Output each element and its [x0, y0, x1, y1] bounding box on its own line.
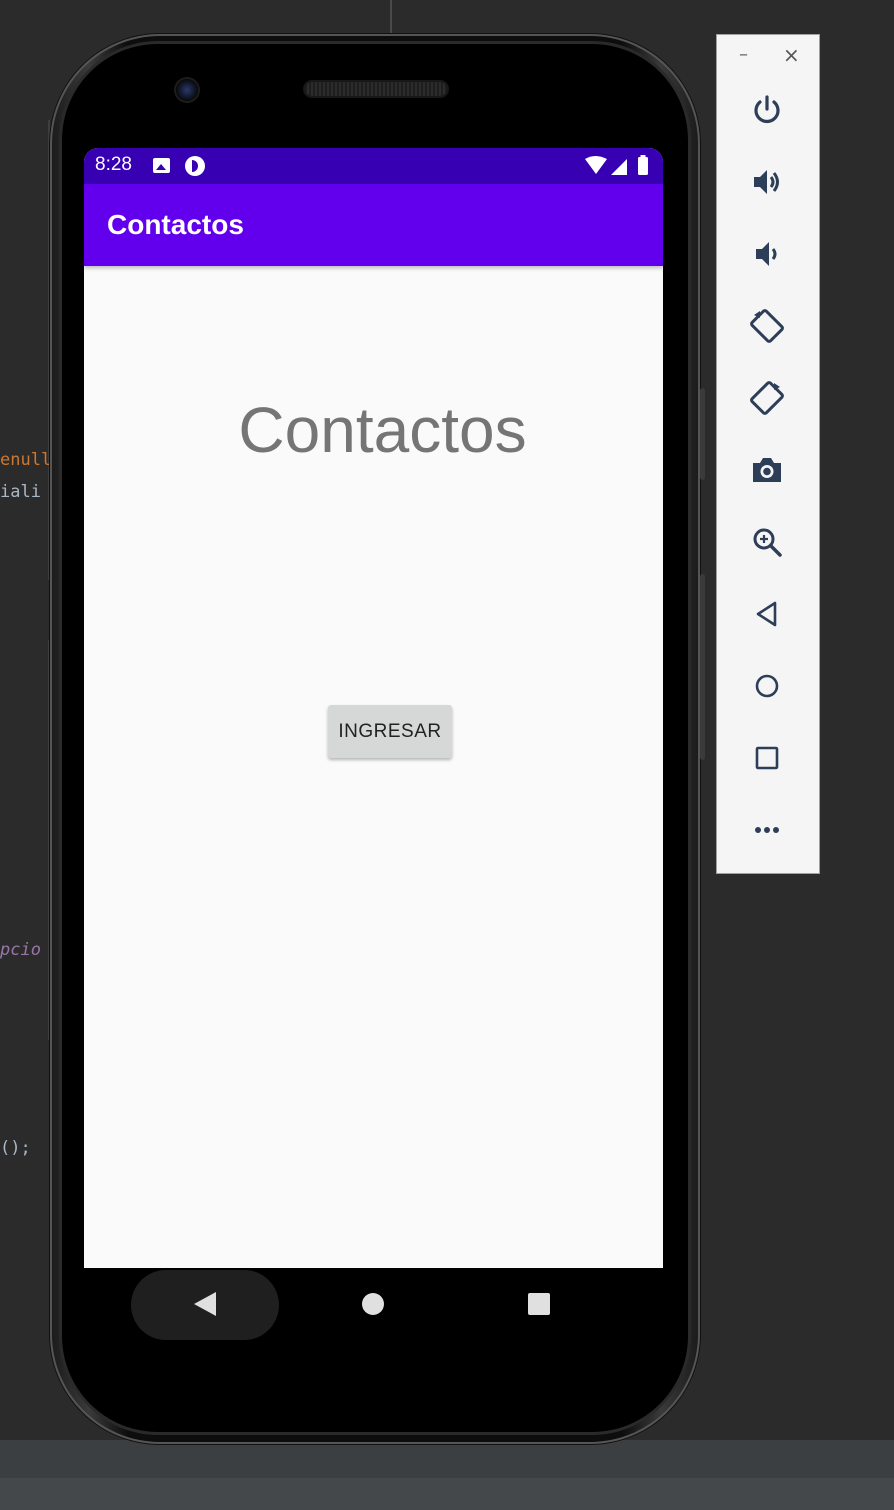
power-button[interactable]	[744, 87, 790, 133]
emulator-window: enull iali pcio (); 8:28 Contactos Conta…	[0, 0, 894, 1510]
back-icon	[756, 601, 777, 627]
code-fragment: enull	[0, 450, 52, 470]
navigation-bar	[84, 1268, 663, 1340]
cellular-signal-icon	[611, 159, 627, 175]
emulator-overview-button[interactable]	[744, 735, 790, 781]
image-icon	[153, 158, 170, 173]
front-camera	[176, 79, 198, 101]
code-fragment: ();	[0, 1138, 31, 1158]
overview-icon	[755, 746, 779, 770]
code-fragment: pcio	[0, 940, 41, 960]
volume-down-icon	[756, 242, 777, 266]
zoom-icon	[753, 528, 782, 557]
status-time: 8:28	[95, 154, 132, 175]
device-screen[interactable]: 8:28 Contactos Contactos INGRESAR	[84, 148, 663, 1268]
status-bar: 8:28	[84, 148, 663, 184]
home-icon[interactable]	[362, 1293, 384, 1315]
emulator-home-button[interactable]	[744, 663, 790, 709]
home-icon	[755, 674, 779, 698]
ide-status-bar	[0, 1478, 894, 1510]
phone-power-key	[700, 388, 705, 480]
volume-down-button[interactable]	[744, 231, 790, 277]
rotate-left-button[interactable]	[744, 303, 790, 349]
app-bar: Contactos	[84, 184, 663, 266]
close-icon[interactable]: ×	[783, 45, 800, 65]
emulator-back-button[interactable]	[744, 591, 790, 637]
back-icon[interactable]	[194, 1292, 216, 1316]
ingresar-button[interactable]: INGRESAR	[328, 705, 452, 758]
power-icon	[754, 95, 780, 124]
app-bar-title: Contactos	[107, 209, 244, 240]
status-right-icons	[585, 155, 648, 175]
minimize-icon[interactable]: –	[739, 45, 748, 65]
zoom-button[interactable]	[744, 519, 790, 565]
app-notification-icon	[185, 156, 205, 176]
rotate-right-button[interactable]	[744, 375, 790, 421]
screenshot-camera-icon	[753, 458, 781, 482]
rotate-left-icon	[750, 309, 784, 343]
more-options-icon	[755, 827, 779, 833]
recent-apps-icon[interactable]	[528, 1293, 550, 1315]
volume-up-icon	[754, 170, 779, 194]
volume-up-button[interactable]	[744, 159, 790, 205]
page-title: Contactos	[238, 394, 527, 466]
phone-volume-key	[700, 574, 705, 760]
ide-tool-strip	[0, 1440, 894, 1478]
wifi-icon	[585, 156, 607, 174]
ide-divider-line	[390, 0, 392, 34]
rotate-right-icon	[750, 381, 784, 415]
code-fragment: iali	[0, 482, 41, 502]
earpiece-speaker	[305, 82, 447, 96]
screenshot-button[interactable]	[744, 447, 790, 493]
emulator-toolbar: – ×	[716, 34, 820, 874]
battery-icon	[638, 157, 648, 175]
more-options-button[interactable]	[744, 807, 790, 853]
